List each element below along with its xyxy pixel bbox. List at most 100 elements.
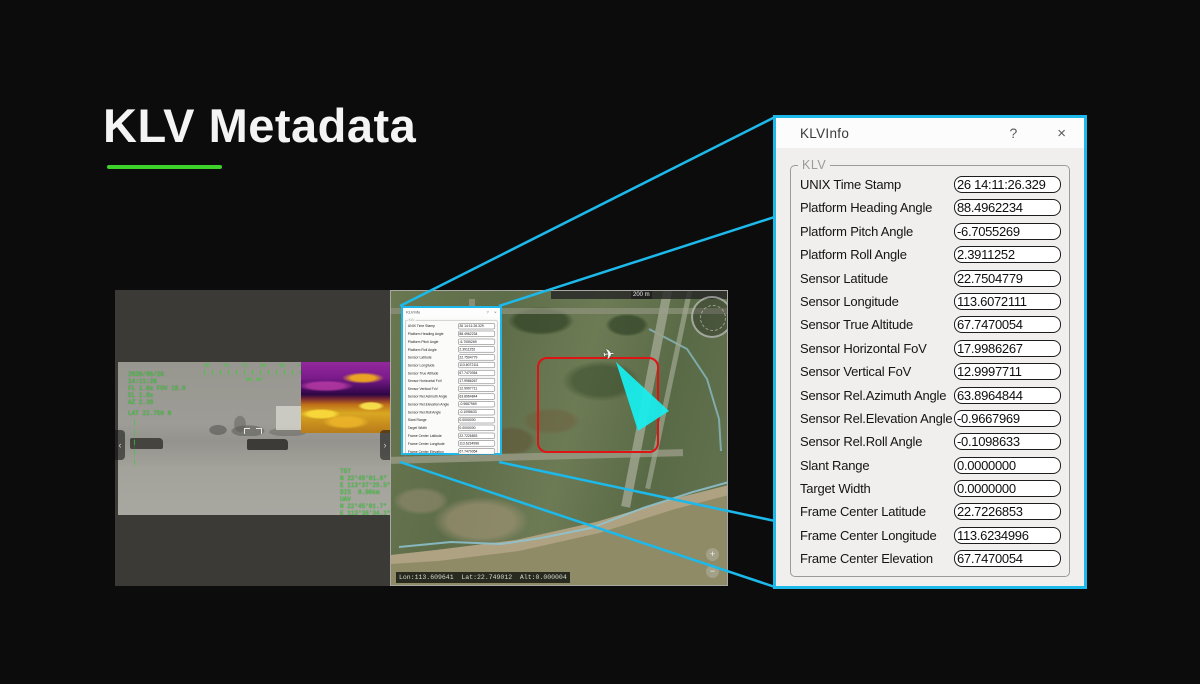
compass-heading-value: 88.49 <box>204 376 304 383</box>
klv-field-row: Platform Pitch Angle -6.7055269 <box>800 223 1061 240</box>
field-value-box[interactable]: 0.0000000 <box>954 457 1061 474</box>
field-value-box[interactable]: -6.7055269 <box>954 223 1061 240</box>
field-value-box[interactable]: -0.1098633 <box>954 433 1061 450</box>
klv-field-row: Sensor Latitude 22.7504779 <box>408 354 495 360</box>
klv-field-row: Sensor Rel.Roll Angle-0.1098633 <box>408 409 495 415</box>
carousel-next-button[interactable]: › <box>380 430 390 460</box>
klv-field-row: Frame Center Latitude22.7226853 <box>408 433 495 439</box>
video-frame: 2020/05/26 14:11:26 FL 1.8x FOV 18.0 EL … <box>118 362 390 515</box>
klv-field-row: Slant Range0.0000000 <box>408 417 495 423</box>
field-value-box[interactable]: 2.3911252 <box>458 347 495 353</box>
field-value-box[interactable]: 67.7470054 <box>954 316 1061 333</box>
klv-field-row: Target Width0.0000000 <box>408 425 495 431</box>
field-value-box[interactable]: 67.7470054 <box>954 550 1061 567</box>
field-label: Frame Center Longitude <box>800 528 937 543</box>
map-viewer-panel[interactable]: 200 m ✈ KLVInfo ? × KLV UNIX Time Stamp2… <box>390 290 728 586</box>
field-value-box[interactable]: 63.8964844 <box>458 394 495 400</box>
klvinfo-mini-panel[interactable]: KLVInfo ? × KLV UNIX Time Stamp26 14:11:… <box>401 306 502 455</box>
osd-uav-coords: UAV N 22°45'01.7" E 113°36'34.1" ALT 67.… <box>340 496 390 515</box>
field-value-box[interactable]: 22.7226853 <box>458 433 495 439</box>
klv-field-row: Sensor True Altitude67.7470054 <box>800 316 1061 333</box>
zoom-in-button[interactable]: + <box>706 548 719 561</box>
klv-field-row: UNIX Time Stamp 26 14:11:26.329 <box>800 176 1061 193</box>
klv-field-row: Sensor Longitude 113.6072111 <box>800 293 1061 310</box>
field-label: Sensor Rel.Elevation Angle <box>800 411 952 426</box>
klv-field-row: Sensor Rel.Azimuth Angle 63.8964844 <box>408 393 495 399</box>
field-label: Platform Heading Angle <box>408 332 444 336</box>
field-label: Sensor Horizontal FoV <box>408 379 442 383</box>
field-label: Sensor Rel.Elevation Angle <box>408 402 449 406</box>
field-label: Frame Center Latitude <box>800 504 926 519</box>
field-value-box[interactable]: 0.0000000 <box>458 425 495 431</box>
field-value-box[interactable]: 12.9997711 <box>954 363 1061 380</box>
field-value-box[interactable]: 67.7470054 <box>458 370 495 376</box>
page-title: KLV Metadata <box>103 98 416 153</box>
field-label: Sensor Longitude <box>800 294 899 309</box>
field-label: UNIX Time Stamp <box>800 177 901 192</box>
klv-field-row: Sensor Rel.Azimuth Angle 63.8964844 <box>800 387 1061 404</box>
klv-groupbox: KLV UNIX Time Stamp26 14:11:26.329Platfo… <box>790 165 1070 577</box>
field-label: Platform Roll Angle <box>800 247 907 262</box>
klv-field-row: Sensor Vertical FoV12.9997711 <box>800 363 1061 380</box>
field-value-box[interactable]: 22.7226853 <box>954 503 1061 520</box>
field-value-box[interactable]: -0.1098633 <box>458 409 495 415</box>
field-value-box[interactable]: 88.4962234 <box>458 331 495 337</box>
field-value-box[interactable]: 0.0000000 <box>954 480 1061 497</box>
field-label: Sensor Rel.Azimuth Angle <box>408 395 448 399</box>
field-value-box[interactable]: 113.6072111 <box>954 293 1061 310</box>
field-value-box[interactable]: 67.7470054 <box>458 448 495 454</box>
field-value-box[interactable]: 22.7504779 <box>954 270 1061 287</box>
klv-field-row: Slant Range 0.0000000 <box>800 457 1061 474</box>
mini-help-icon[interactable]: ? <box>486 310 488 314</box>
field-label: Sensor Latitude <box>408 355 432 359</box>
osd-elevation-scale <box>134 420 135 468</box>
mini-close-icon[interactable]: × <box>494 310 496 314</box>
field-value-box[interactable]: -0.9667969 <box>458 401 495 407</box>
klv-field-row: Frame Center Longitude 113.6234996 <box>800 527 1061 544</box>
mini-panel-title: KLVInfo <box>406 310 420 314</box>
field-value-box[interactable]: 26 14:11:26.329 <box>458 323 495 329</box>
field-value-box[interactable]: -6.7055269 <box>458 339 495 345</box>
group-label: KLV <box>798 158 830 172</box>
carousel-prev-button[interactable]: ‹ <box>115 430 125 460</box>
field-value-box[interactable]: 22.7504779 <box>458 354 495 360</box>
zoom-out-button[interactable]: − <box>706 565 719 578</box>
field-value-box[interactable]: 63.8964844 <box>954 387 1061 404</box>
field-label: Sensor Rel.Roll Angle <box>800 434 922 449</box>
field-label: Platform Roll Angle <box>408 348 437 352</box>
klvinfo-dialog: KLVInfo ? × KLV UNIX Time Stamp 26 14:11:… <box>773 115 1087 589</box>
dialog-titlebar[interactable]: KLVInfo ? × <box>776 118 1084 148</box>
field-label: Target Width <box>800 481 871 496</box>
close-icon[interactable]: × <box>1057 125 1066 142</box>
field-label: Sensor Rel.Azimuth Angle <box>800 388 946 403</box>
field-value-box[interactable]: 2.3911252 <box>954 246 1061 263</box>
klv-field-row: Sensor Horizontal FoV17.9986267 <box>800 340 1061 357</box>
field-value-box[interactable]: -0.9667969 <box>954 410 1061 427</box>
field-label: Sensor Longitude <box>408 363 435 367</box>
osd-latitude-text: LAT 22.750 N <box>128 410 171 417</box>
klv-field-row: Sensor Vertical FoV12.9997711 <box>408 386 495 392</box>
klv-field-row: Frame Center Longitude113.6234996 <box>408 440 495 446</box>
field-value-box[interactable]: 88.4962234 <box>954 199 1061 216</box>
klv-field-row: Sensor Latitude22.7504779 <box>800 270 1061 287</box>
field-label: Slant Range <box>800 458 869 473</box>
klv-field-row: Platform Pitch Angle-6.7055269 <box>408 338 495 344</box>
help-icon[interactable]: ? <box>1009 125 1017 141</box>
field-value-box[interactable]: 26 14:11:26.329 <box>954 176 1061 193</box>
field-value-box[interactable]: 0.0000000 <box>458 417 495 423</box>
field-value-box[interactable]: 113.6234996 <box>954 527 1061 544</box>
field-value-box[interactable]: 17.9986267 <box>458 378 495 384</box>
field-label: Frame Center Elevation <box>408 449 444 453</box>
klv-field-row: Target Width 0.0000000 <box>800 480 1061 497</box>
field-value-box[interactable]: 113.6234996 <box>458 441 495 447</box>
field-label: Platform Pitch Angle <box>800 224 913 239</box>
field-label: Platform Heading Angle <box>800 200 932 215</box>
klv-field-row: Platform Roll Angle 2.3911252 <box>800 246 1061 263</box>
osd-compass-tape: 657075808590 88.49 <box>204 363 304 383</box>
klv-field-row: Platform Heading Angle 88.4962234 <box>800 199 1061 216</box>
compass-tick-number: 70 <box>223 363 229 369</box>
klv-field-row: Sensor True Altitude67.7470054 <box>408 370 495 376</box>
field-value-box[interactable]: 17.9986267 <box>954 340 1061 357</box>
field-value-box[interactable]: 113.6072111 <box>458 362 495 368</box>
field-value-box[interactable]: 12.9997711 <box>458 386 495 392</box>
